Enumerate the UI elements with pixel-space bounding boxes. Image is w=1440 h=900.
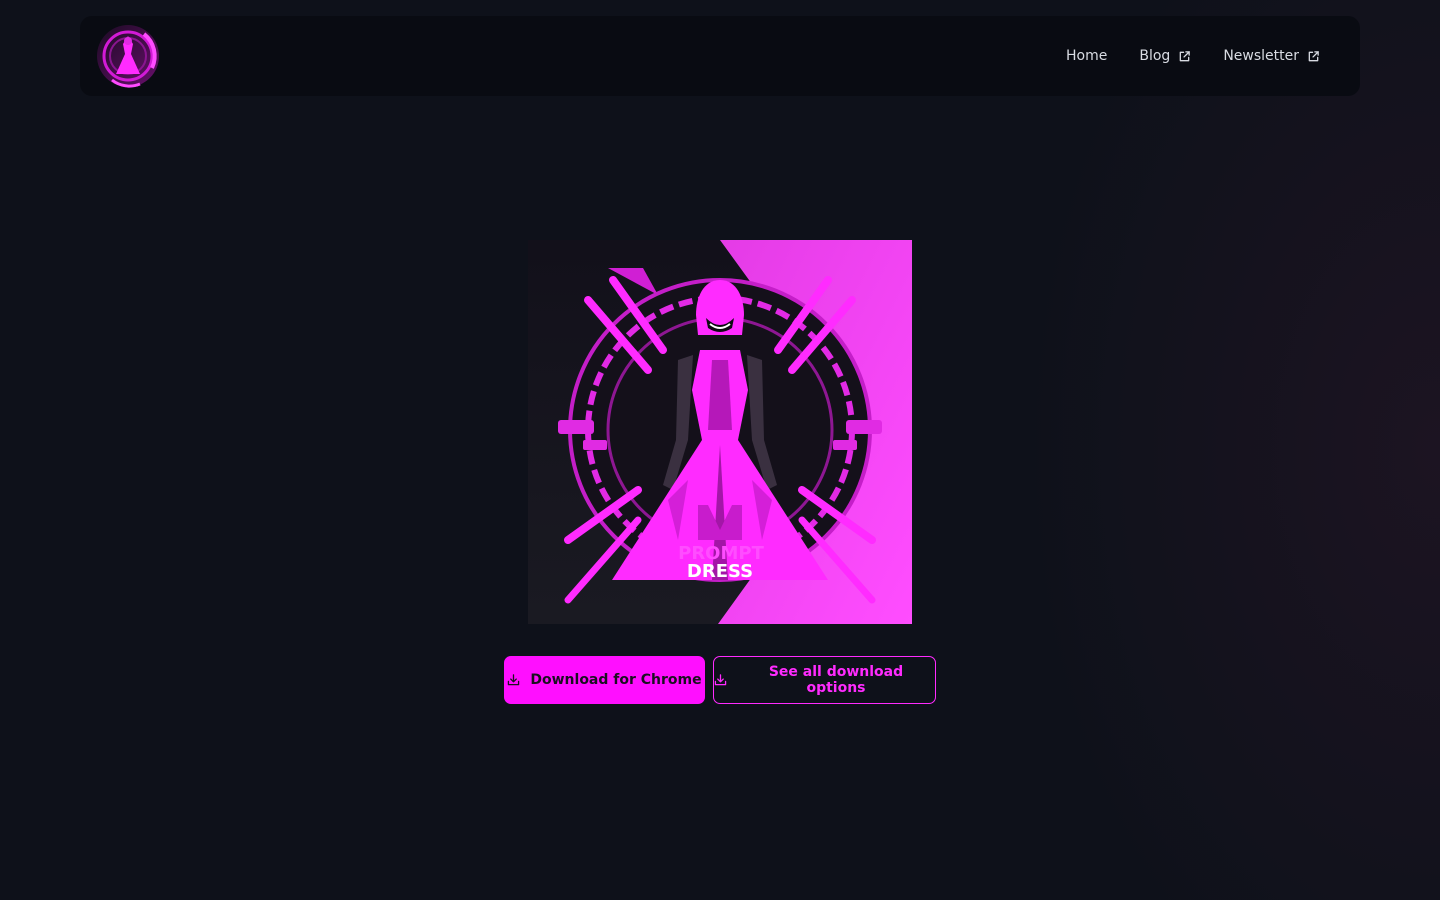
download-icon — [714, 674, 727, 686]
see-all-download-options-label: See all download options — [768, 664, 904, 696]
top-navbar: Home Blog Newsletter — [80, 16, 1360, 96]
hero-logo-image: PROMPT DRESS — [528, 240, 912, 624]
download-for-chrome-button[interactable]: Download for Chrome — [504, 656, 705, 704]
download-icon — [508, 674, 520, 686]
see-all-download-options-button[interactable]: See all download options — [713, 656, 936, 704]
download-actions: Download for Chrome See all download opt… — [504, 656, 936, 704]
nav-link-newsletter[interactable]: Newsletter — [1223, 48, 1320, 64]
nav-link-home-label: Home — [1066, 48, 1108, 64]
nav-link-blog-label: Blog — [1139, 48, 1171, 64]
hero-image-text-line2: DRESS — [687, 561, 753, 582]
external-link-icon — [1308, 50, 1319, 61]
nav-link-blog[interactable]: Blog — [1139, 48, 1191, 64]
external-link-icon — [1179, 50, 1191, 61]
brand-logo[interactable] — [96, 24, 160, 88]
download-for-chrome-label: Download for Chrome — [530, 672, 702, 688]
nav-link-newsletter-label: Newsletter — [1223, 48, 1299, 64]
nav-links: Home Blog Newsletter — [1066, 48, 1320, 64]
nav-link-home[interactable]: Home — [1066, 48, 1107, 64]
